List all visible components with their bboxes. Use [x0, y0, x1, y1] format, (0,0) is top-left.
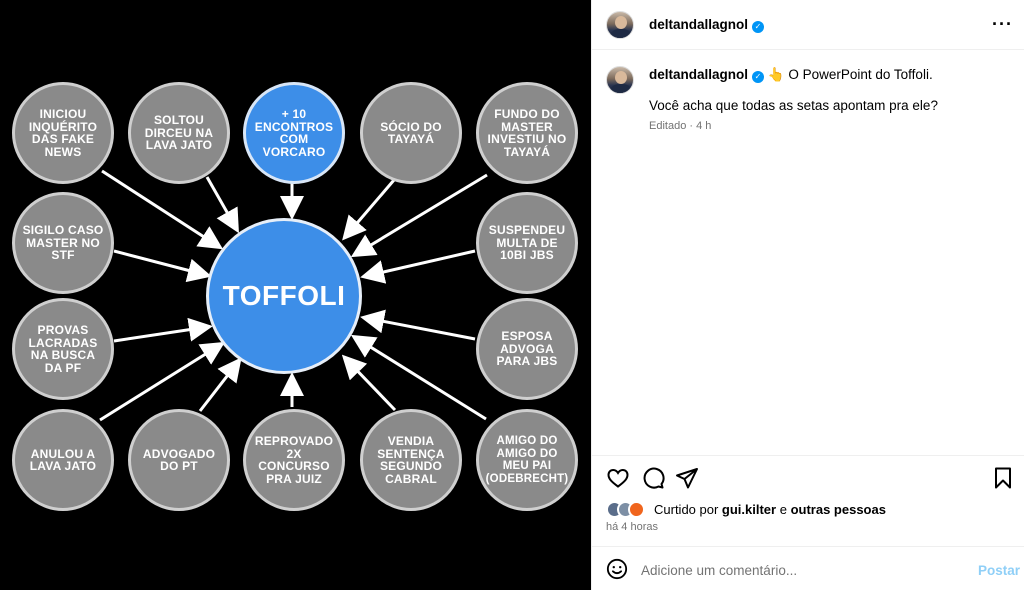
caption-line-2: Você acha que todas as setas apontam pra… — [649, 98, 938, 113]
node-advogado-pt: ADVOGADO DO PT — [128, 409, 230, 511]
liked-by-user-link[interactable]: gui.kilter — [722, 502, 776, 517]
author-username-header[interactable]: deltandallagnol ✓ — [649, 17, 765, 33]
liked-by-text: Curtido por gui.kilter e outras pessoas — [654, 502, 886, 517]
node-odebrecht: AMIGO DO AMIGO DO MEU PAI (ODEBRECHT) — [476, 409, 578, 511]
share-icon[interactable] — [675, 466, 699, 490]
node-esposa-jbs: ESPOSA ADVOGA PARA JBS — [476, 298, 578, 400]
comment-input[interactable]: Adicione um comentário... — [641, 563, 797, 578]
node-sentenca-cabral: VENDIA SENTENÇA SEGUNDO CABRAL — [360, 409, 462, 511]
post-panel: deltandallagnol ✓ ··· deltandallagnol ✓ 👆 … — [591, 0, 1024, 590]
caption-username[interactable]: deltandallagnol — [649, 67, 748, 82]
caption-edited-time: Editado · 4 h — [649, 120, 712, 132]
action-bar — [592, 455, 1024, 501]
node-fundo-master: FUNDO DO MASTER INVESTIU NO TAYAYÁ — [476, 82, 578, 184]
caption-verified-icon: ✓ — [752, 71, 765, 83]
instagram-post-view: INICIOU INQUÉRITO DAS FAKE NEWS SOLTOU D… — [0, 0, 1024, 590]
liker-avatar-3[interactable] — [628, 501, 645, 518]
post-image: INICIOU INQUÉRITO DAS FAKE NEWS SOLTOU D… — [0, 0, 591, 590]
post-comment-button[interactable]: Postar — [978, 563, 1020, 578]
author-username-text[interactable]: deltandallagnol — [649, 17, 748, 32]
liked-by-others-link[interactable]: outras pessoas — [791, 502, 886, 517]
node-fake-news: INICIOU INQUÉRITO DAS FAKE NEWS — [12, 82, 114, 184]
node-vorcaro: + 10 ENCONTROS COM VORCARO — [243, 82, 345, 184]
verified-badge-icon: ✓ — [752, 21, 765, 33]
center-node-toffoli: TOFFOLI — [206, 218, 362, 374]
emoji-icon[interactable] — [606, 558, 628, 580]
bookmark-icon[interactable] — [992, 466, 1014, 490]
author-avatar[interactable] — [606, 11, 634, 39]
comment-icon[interactable] — [641, 466, 665, 490]
liked-by-prefix: Curtido por — [654, 502, 722, 517]
node-lava-jato: ANULOU A LAVA JATO — [12, 409, 114, 511]
heart-icon[interactable] — [606, 466, 630, 490]
node-sigilo-master: SIGILO CASO MASTER NO STF — [12, 192, 114, 294]
node-multa-jbs: SUSPENDEU MULTA DE 10BI JBS — [476, 192, 578, 294]
node-concurso-juiz: REPROVADO 2X CONCURSO PRA JUIZ — [243, 409, 345, 511]
post-header: deltandallagnol ✓ ··· — [592, 0, 1024, 50]
caption-text-1: O PowerPoint do Toffoli. — [788, 67, 933, 82]
pointing-up-icon: 👆 — [767, 67, 785, 82]
node-socio-tayaya: SÓCIO DO TAYAYÁ — [360, 82, 462, 184]
node-provas-pf: PROVAS LACRADAS NA BUSCA DA PF — [12, 298, 114, 400]
post-time[interactable]: há 4 horas — [606, 521, 658, 533]
node-dirceu: SOLTOU DIRCEU NA LAVA JATO — [128, 82, 230, 184]
liked-by-join: e — [776, 502, 791, 517]
caption-avatar[interactable] — [606, 66, 634, 94]
caption-line-1: deltandallagnol ✓ 👆 O PowerPoint do Toffo… — [649, 67, 933, 83]
comment-bar: Adicione um comentário... Postar — [592, 546, 1024, 590]
more-options-icon[interactable]: ··· — [992, 14, 1013, 35]
